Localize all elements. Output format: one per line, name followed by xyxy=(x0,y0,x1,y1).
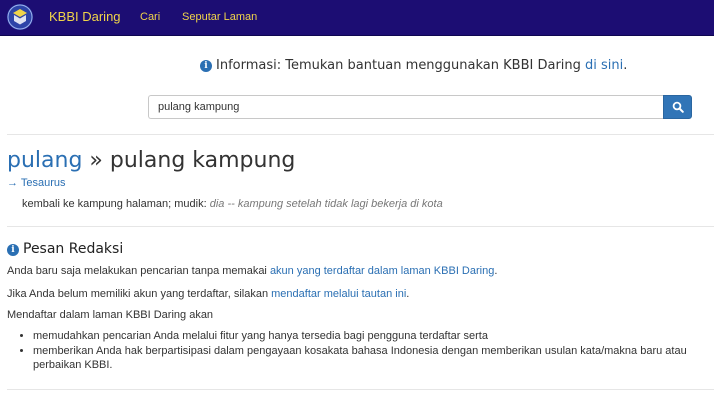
list-item: memudahkan pencarian Anda melalui fitur … xyxy=(33,329,714,343)
definition-example: dia -- kampung setelah tidak lagi bekerj… xyxy=(209,198,443,210)
definition: kembali ke kampung halaman; mudik: dia -… xyxy=(22,198,443,210)
info-text: Informasi: Temukan bantuan menggunakan K… xyxy=(216,58,586,73)
nav-link-seputar-laman[interactable]: Seputar Laman xyxy=(182,11,257,23)
divider xyxy=(7,389,714,390)
divider xyxy=(7,226,714,227)
root-word-link[interactable]: pulang xyxy=(7,148,82,173)
thesaurus-link[interactable]: → Tesaurus xyxy=(7,177,66,189)
paragraph-end: . xyxy=(406,288,410,300)
nav-brand[interactable]: KBBI Daring xyxy=(49,9,121,24)
message-heading: i Pesan Redaksi xyxy=(7,241,123,257)
message-paragraph-3: Mendaftar dalam laman KBBI Daring akan xyxy=(7,309,214,321)
search-button[interactable] xyxy=(663,95,692,119)
paragraph-text: Jika Anda belum memiliki akun yang terda… xyxy=(7,288,272,300)
search-icon xyxy=(672,101,684,113)
info-message: i Informasi: Temukan bantuan menggunakan … xyxy=(200,58,627,73)
info-suffix: . xyxy=(623,58,628,73)
registered-account-link[interactable]: akun yang terdaftar dalam laman KBBI Dar… xyxy=(270,265,494,277)
paragraph-end: . xyxy=(494,265,498,277)
divider xyxy=(7,134,714,135)
nav-link-cari[interactable]: Cari xyxy=(140,11,160,23)
navbar: KBBI Daring Cari Seputar Laman xyxy=(0,0,714,36)
help-link[interactable]: di sini xyxy=(585,58,623,73)
headword: pulang kampung xyxy=(109,148,296,173)
list-item: memberikan Anda hak berpartisipasi dalam… xyxy=(33,344,714,372)
logo-emblem-icon[interactable] xyxy=(7,4,33,30)
search-input[interactable] xyxy=(148,95,663,119)
info-icon: i xyxy=(200,60,212,72)
register-link[interactable]: mendaftar melalui tautan ini xyxy=(271,288,406,300)
message-paragraph-2: Jika Anda belum memiliki akun yang terda… xyxy=(7,288,409,300)
message-heading-text: Pesan Redaksi xyxy=(23,241,124,257)
paragraph-text: Anda baru saja melakukan pencarian tanpa… xyxy=(7,265,270,277)
message-paragraph-1: Anda baru saja melakukan pencarian tanpa… xyxy=(7,265,497,277)
entry-title: pulang » pulang kampung xyxy=(7,148,295,173)
definition-text: kembali ke kampung halaman; mudik: xyxy=(22,198,210,210)
info-icon: i xyxy=(7,244,19,256)
breadcrumb-separator: » xyxy=(82,148,110,173)
benefits-list: memudahkan pencarian Anda melalui fitur … xyxy=(7,329,714,373)
